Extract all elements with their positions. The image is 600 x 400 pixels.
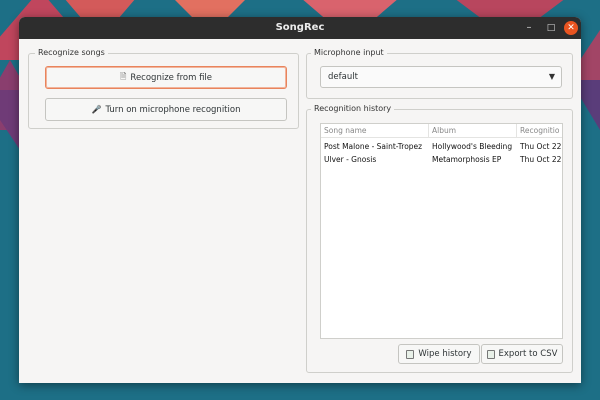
minimize-icon[interactable]: – [522,21,536,35]
wipe-history-label: Wipe history [418,349,472,359]
wipe-history-button[interactable]: Wipe history [398,344,480,364]
recognize-songs-label: Recognize songs [35,48,108,58]
maximize-icon[interactable]: □ [544,21,558,35]
export-csv-button[interactable]: Export to CSV [481,344,563,364]
table-cell[interactable]: Ulver - Gnosis [321,153,429,166]
microphone-selected-value: default [328,72,358,82]
window-title: SongRec [275,22,325,33]
recognition-history-label: Recognition history [311,104,395,114]
column-header-song-name[interactable]: Song name [321,124,429,138]
microphone-select[interactable]: default ▼ [320,66,562,88]
table-cell[interactable]: Thu Oct 22 [517,153,562,166]
recognize-from-file-label: Recognize from file [130,72,213,83]
export-csv-label: Export to CSV [498,349,558,359]
microphone-icon: 🎤 [91,105,102,114]
export-icon [486,349,495,359]
table-cell[interactable]: Hollywood's Bleeding [429,140,517,153]
chevron-down-icon: ▼ [548,72,555,81]
column-header-album[interactable]: Album [429,124,517,138]
close-icon[interactable]: ✕ [564,21,578,35]
wipe-icon [406,349,415,359]
microphone-input-label: Microphone input [311,48,387,58]
column-header-recognition-date[interactable]: Recognitio [517,124,562,138]
history-table[interactable]: Song name Album Recognitio Post Malone -… [320,123,563,339]
recognize-from-file-button[interactable]: 🗎 Recognize from file [45,66,287,89]
microphone-recognition-label: Turn on microphone recognition [105,104,241,115]
title-bar: SongRec – □ ✕ [19,17,581,39]
table-cell[interactable]: Post Malone - Saint-Tropez [321,140,429,153]
table-cell[interactable]: Metamorphosis EP [429,153,517,166]
table-cell[interactable]: Thu Oct 22 [517,140,562,153]
file-icon: 🗎 [119,71,127,81]
songrec-window: SongRec – □ ✕ Recognize songs 🗎 Recogniz… [19,17,581,383]
microphone-recognition-button[interactable]: 🎤 Turn on microphone recognition [45,98,287,121]
